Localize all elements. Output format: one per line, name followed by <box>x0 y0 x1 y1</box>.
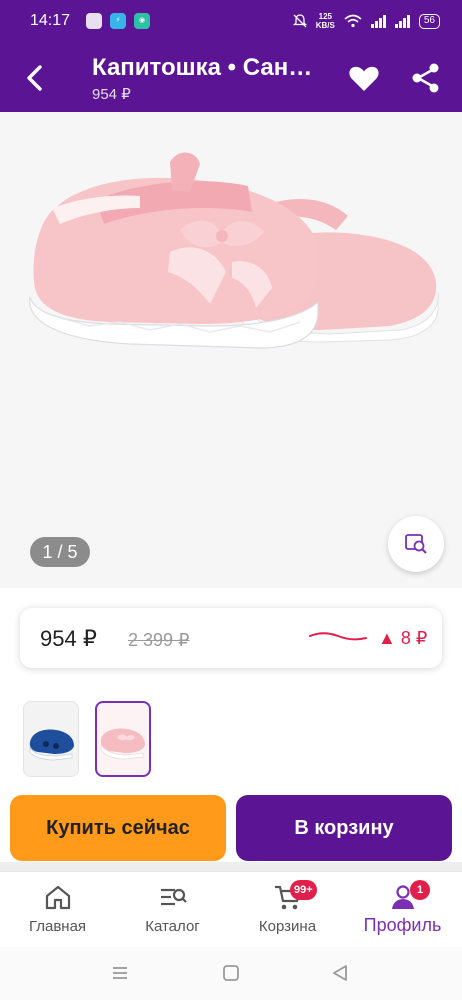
detmir-notification-icon <box>86 13 103 29</box>
cart-count-badge: 99+ <box>290 880 317 900</box>
blue-sandal-thumbnail <box>29 729 74 761</box>
nav-item-profile[interactable]: 1 Профиль <box>345 872 460 948</box>
share-icon <box>412 63 439 93</box>
product-image-sandal <box>29 152 439 349</box>
nav-item-home[interactable]: Главная <box>0 872 115 948</box>
home-icon <box>45 885 70 910</box>
back-button[interactable] <box>18 60 54 96</box>
app-bar: Капитошка • Сан… 954 ₽ <box>0 42 462 112</box>
variant-thumbnail-pink[interactable] <box>95 701 151 777</box>
lightning-app-icon: ⚡ <box>110 13 127 29</box>
status-time: 14:17 <box>30 12 71 29</box>
old-price: 2 399 ₽ <box>128 630 190 650</box>
price-change-badge: ▲ 8 ₽ <box>378 628 428 648</box>
share-button[interactable] <box>408 60 444 96</box>
status-bar: 14:17 ⚡ ◉ 125 KB/S 56 <box>0 0 462 42</box>
back-arrow-icon <box>27 65 42 91</box>
price-card[interactable]: 954 ₽ 2 399 ₽ ▲ 8 ₽ <box>20 608 442 668</box>
messenger-app-icon: ◉ <box>134 13 151 29</box>
back-system-icon[interactable] <box>330 963 350 983</box>
nav-label-cart: Корзина <box>258 918 317 935</box>
add-to-cart-button[interactable]: В корзину <box>236 795 452 861</box>
catalog-icon <box>160 888 187 906</box>
nav-label-home: Главная <box>28 918 87 935</box>
product-title: Капитошка • Сан… <box>92 54 313 81</box>
heart-icon <box>349 66 379 91</box>
profile-notification-badge: 1 <box>410 880 430 900</box>
header-price: 954 ₽ <box>92 86 131 103</box>
net-speed: 125 KB/S <box>315 12 335 30</box>
wifi-icon <box>344 14 362 28</box>
nav-label-profile: Профиль <box>363 915 442 935</box>
signal-icon-1 <box>370 14 386 28</box>
product-gallery[interactable]: 1 / 5 <box>0 112 462 588</box>
home-system-icon[interactable] <box>221 963 241 983</box>
nav-label-catalog: Каталог <box>145 918 200 935</box>
variant-thumbnail-blue[interactable] <box>23 701 79 777</box>
current-price: 954 ₽ <box>40 626 97 651</box>
system-navigation-bar <box>0 947 462 1000</box>
battery-indicator: 56 <box>418 13 440 29</box>
price-trend-sparkline <box>309 632 367 641</box>
recent-apps-icon[interactable] <box>110 963 130 983</box>
photo-search-button[interactable] <box>388 516 444 572</box>
bottom-navigation: Главная Каталог 99+ Корзина 1 Профиль <box>0 871 462 947</box>
nav-item-cart[interactable]: 99+ Корзина <box>230 872 345 948</box>
image-search-icon <box>405 534 427 554</box>
pink-sandal-thumbnail <box>100 728 145 760</box>
favorite-button[interactable] <box>346 60 382 96</box>
signal-icon-2 <box>394 14 410 28</box>
buy-now-button[interactable]: Купить сейчас <box>10 795 226 861</box>
nav-item-catalog[interactable]: Каталог <box>115 872 230 948</box>
gallery-page-indicator: 1 / 5 <box>30 537 90 567</box>
muted-bell-icon <box>292 14 307 28</box>
